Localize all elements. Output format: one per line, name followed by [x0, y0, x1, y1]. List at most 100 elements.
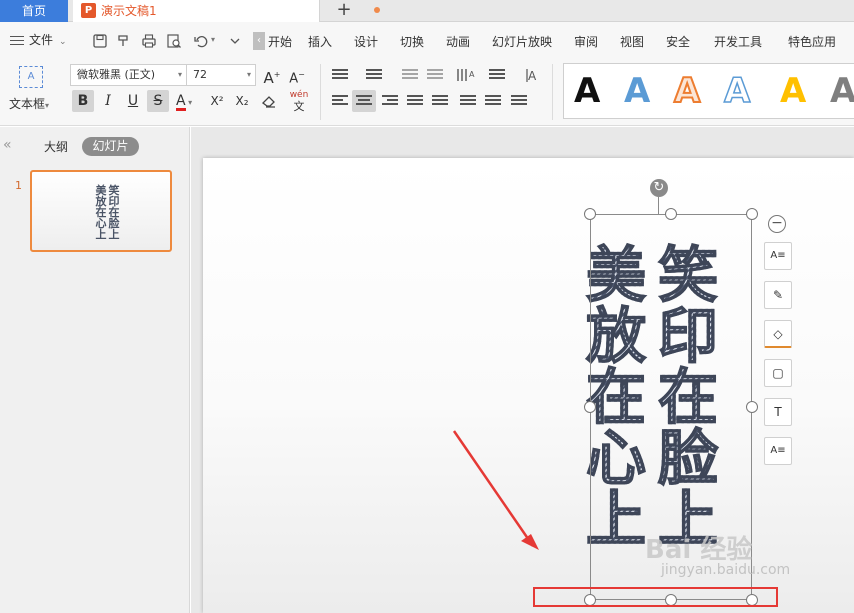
baidu-watermark-url: jingyan.baidu.com — [661, 562, 791, 578]
thumbnail-text-left: 美放在心上 — [95, 184, 107, 241]
editing-canvas: ↻ 美放在心上 笑印在脸上 − A≡ ✎ ◇ ▢ T A≡ Bai 经验 jin… — [191, 127, 854, 613]
rotate-connector — [658, 197, 659, 214]
line-spacing-icon[interactable] — [460, 95, 476, 109]
save-icon[interactable] — [92, 33, 108, 49]
format-painter-icon[interactable] — [116, 33, 132, 49]
strikethrough-button[interactable]: S — [147, 90, 169, 112]
tab-developer[interactable]: 开发工具 — [714, 22, 762, 58]
distribute-icon[interactable] — [432, 95, 448, 109]
divider — [552, 64, 553, 120]
wordart-style-3[interactable]: A — [673, 68, 701, 114]
textbox-label: 文本框 — [9, 97, 46, 111]
tab-animations[interactable]: 动画 — [446, 22, 470, 58]
phonetic-guide-button[interactable]: wén 文 — [285, 90, 313, 112]
tab-slideshow[interactable]: 幻灯片放映 — [492, 22, 552, 58]
resize-handle-top-right[interactable] — [746, 208, 758, 220]
textbox-icon[interactable]: A — [19, 66, 43, 88]
tab-slides[interactable]: 幻灯片 — [82, 137, 139, 156]
wordart-style-5[interactable]: A — [780, 68, 806, 114]
print-icon[interactable] — [141, 33, 157, 49]
resize-handle-top-left[interactable] — [584, 208, 596, 220]
undo-dropdown-icon[interactable]: ▾ — [211, 35, 215, 44]
text-effects-button[interactable]: A≡ — [764, 242, 792, 270]
svg-text:A: A — [528, 69, 537, 83]
paragraph-spacing-icon[interactable] — [485, 95, 501, 109]
undo-icon[interactable] — [193, 33, 209, 49]
align-left-icon[interactable] — [332, 95, 348, 109]
fill-icon[interactable]: ◇ — [764, 320, 792, 348]
text-direction-icon[interactable]: A — [455, 67, 477, 83]
tab-features[interactable]: 特色应用 — [788, 22, 836, 58]
chevron-down-icon: ▾ — [177, 70, 182, 79]
menu-bar: 文件 ⌄ ▾ ‹ 开始 插入 设计 切换 动画 幻灯片放映 审阅 视图 安全 开发… — [0, 22, 854, 58]
column-spacing-icon[interactable] — [511, 95, 527, 109]
align-right-icon[interactable] — [382, 95, 398, 109]
align-text-icon[interactable] — [489, 69, 505, 83]
italic-button[interactable]: I — [97, 90, 119, 112]
tab-security[interactable]: 安全 — [666, 22, 690, 58]
chevron-down-icon: ▾ — [45, 101, 50, 110]
phonetic-guide-icon: wén — [289, 90, 309, 100]
slide-canvas[interactable]: ↻ 美放在心上 笑印在脸上 − A≡ ✎ ◇ ▢ T A≡ Bai 经验 jin… — [203, 158, 854, 613]
tab-home-ribbon[interactable]: 开始 — [268, 22, 292, 58]
tab-outline[interactable]: 大纲 — [44, 138, 68, 155]
grow-font-button[interactable]: A+ — [261, 64, 283, 87]
underline-button[interactable]: U — [122, 90, 144, 112]
resize-handle-top[interactable] — [665, 208, 677, 220]
shrink-font-button[interactable]: A− — [286, 64, 308, 86]
font-size-value: 72 — [193, 68, 207, 81]
font-family-select[interactable]: 微软雅黑 (正文) ▾ — [70, 64, 187, 86]
smart-art-convert-icon[interactable]: A — [525, 67, 545, 83]
unsaved-dot-icon — [374, 7, 380, 13]
tab-transitions[interactable]: 切换 — [400, 22, 424, 58]
tab-review[interactable]: 审阅 — [574, 22, 598, 58]
slide-thumbnail[interactable]: 笑印在脸上 美放在心上 — [30, 170, 172, 252]
presentation-icon: P — [81, 3, 96, 18]
file-menu-button[interactable]: 文件 ⌄ — [10, 31, 67, 49]
eraser-icon[interactable] — [261, 94, 277, 108]
pen-icon[interactable]: ✎ — [764, 281, 792, 309]
numbering-icon[interactable] — [366, 69, 382, 83]
tab-view[interactable]: 视图 — [620, 22, 644, 58]
resize-handle-right[interactable] — [746, 401, 758, 413]
tab-insert[interactable]: 插入 — [308, 22, 332, 58]
decrease-indent-icon[interactable] — [402, 69, 418, 83]
wordart-style-gallery: AAAAAA — [563, 63, 854, 119]
collapse-panel-icon[interactable]: « — [3, 137, 12, 153]
tab-design[interactable]: 设计 — [354, 22, 378, 58]
annotation-arrow-icon — [452, 430, 539, 550]
text-box-style-icon[interactable]: T — [764, 398, 792, 426]
subscript-button[interactable]: X₂ — [231, 90, 253, 112]
textbox-button[interactable]: 文本框▾ — [9, 95, 49, 112]
document-tab-title: 演示文稿1 — [101, 4, 157, 18]
new-tab-button[interactable]: + — [332, 0, 356, 22]
superscript-button[interactable]: X² — [206, 90, 228, 112]
increase-indent-icon[interactable] — [427, 69, 443, 83]
font-size-select[interactable]: 72 ▾ — [186, 64, 256, 86]
home-tab[interactable]: 首页 — [0, 0, 68, 22]
justify-icon[interactable] — [407, 95, 423, 109]
baidu-watermark: Bai 经验 — [645, 535, 753, 565]
divider — [320, 64, 321, 120]
collapse-toolbar-icon[interactable]: − — [768, 215, 786, 233]
rotate-handle-icon[interactable]: ↻ — [650, 179, 668, 197]
text-layout-icon[interactable]: A≡ — [764, 437, 792, 465]
bold-button[interactable]: B — [72, 90, 94, 112]
customize-toolbar-icon[interactable] — [227, 33, 243, 49]
align-center-button[interactable] — [352, 90, 376, 112]
outline-icon[interactable]: ▢ — [764, 359, 792, 387]
hamburger-icon — [10, 33, 24, 48]
wordart-style-1[interactable]: A — [574, 68, 600, 114]
wordart-style-4[interactable]: A — [723, 68, 751, 114]
font-color-button[interactable]: A ▾ — [172, 90, 202, 112]
document-tab[interactable]: P 演示文稿1 — [73, 0, 380, 22]
resize-handle-left[interactable] — [584, 401, 596, 413]
menu-scroll-left-button[interactable]: ‹ — [253, 32, 265, 50]
font-color-icon: A — [176, 93, 186, 111]
wordart-style-2[interactable]: A — [624, 68, 650, 114]
print-preview-icon[interactable] — [166, 33, 182, 49]
bullets-icon[interactable] — [332, 69, 348, 83]
chevron-down-icon: ▾ — [246, 70, 251, 79]
tab-bar: 首页 P 演示文稿1 + — [0, 0, 854, 22]
wordart-style-6[interactable]: A — [830, 68, 854, 114]
